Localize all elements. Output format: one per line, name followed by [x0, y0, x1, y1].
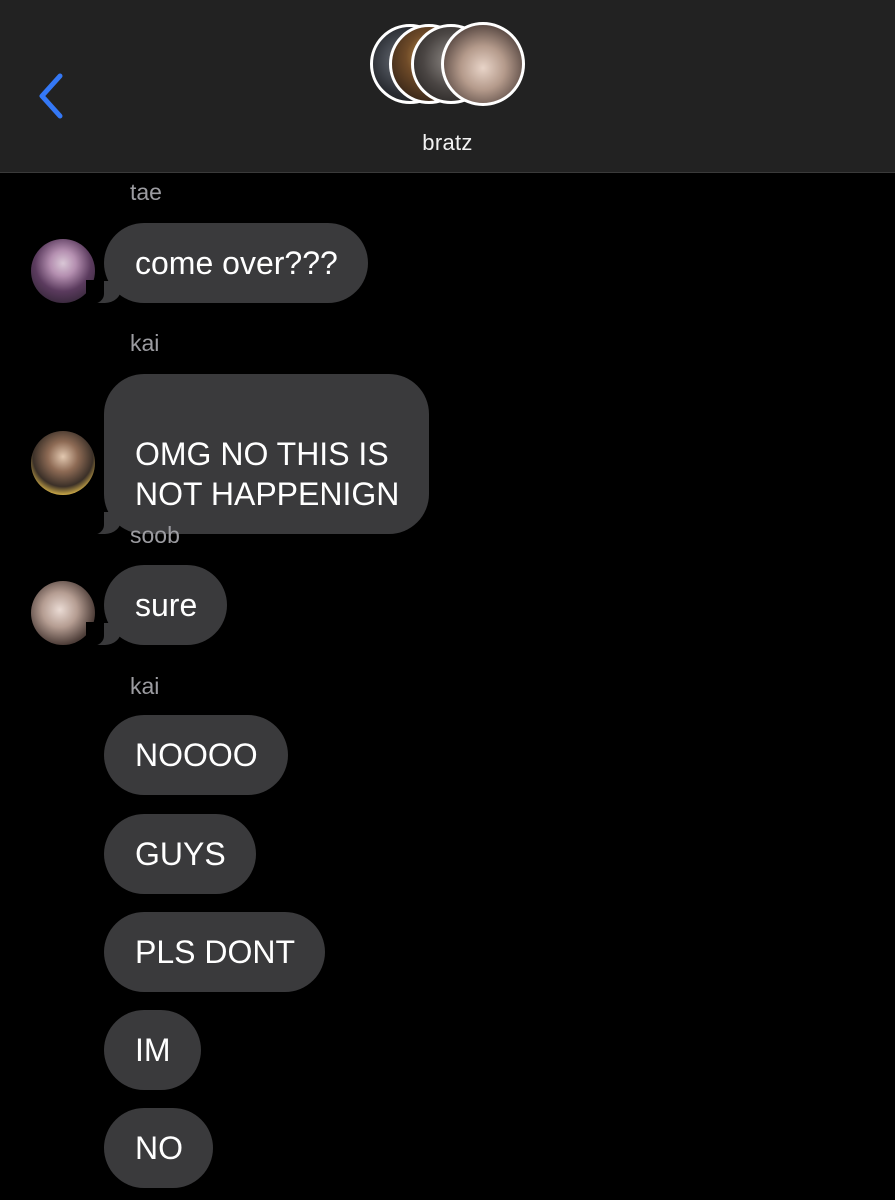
message-text: GUYS [135, 836, 226, 872]
message-bubble[interactable]: PLS DONT [104, 912, 326, 992]
conversation-header: bratz [0, 0, 895, 173]
message-text: NOOOO [135, 737, 258, 773]
group-avatar-stack[interactable] [369, 22, 529, 114]
message-bubble[interactable]: come over??? [86, 223, 368, 304]
message-bubble[interactable]: GUYS [104, 814, 256, 894]
group-name[interactable]: bratz [0, 130, 895, 156]
message-text: IM [135, 1032, 171, 1068]
message-bubble[interactable]: NO [104, 1108, 213, 1188]
avatar-kai[interactable] [31, 431, 95, 495]
sender-name: tae [130, 179, 162, 205]
sender-name: kai [130, 673, 160, 699]
message-text: OMG NO THIS IS NOT HAPPENIGN [135, 436, 400, 512]
sender-name: soob [130, 522, 180, 548]
message-bubble[interactable]: sure [85, 565, 228, 646]
chevron-left-icon [39, 73, 63, 119]
back-button[interactable] [30, 66, 74, 126]
message-text: come over??? [135, 245, 338, 281]
sender-name: kai [130, 330, 160, 356]
message-text: PLS DONT [135, 934, 296, 970]
message-text: NO [135, 1130, 183, 1166]
message-text: sure [135, 587, 198, 623]
message-bubble[interactable]: NOOOO [104, 715, 288, 795]
message-bubble[interactable]: OMG NO THIS IS NOT HAPPENIGN [85, 374, 430, 535]
message-bubble[interactable]: IM [104, 1010, 201, 1090]
group-member-avatar [441, 22, 525, 106]
